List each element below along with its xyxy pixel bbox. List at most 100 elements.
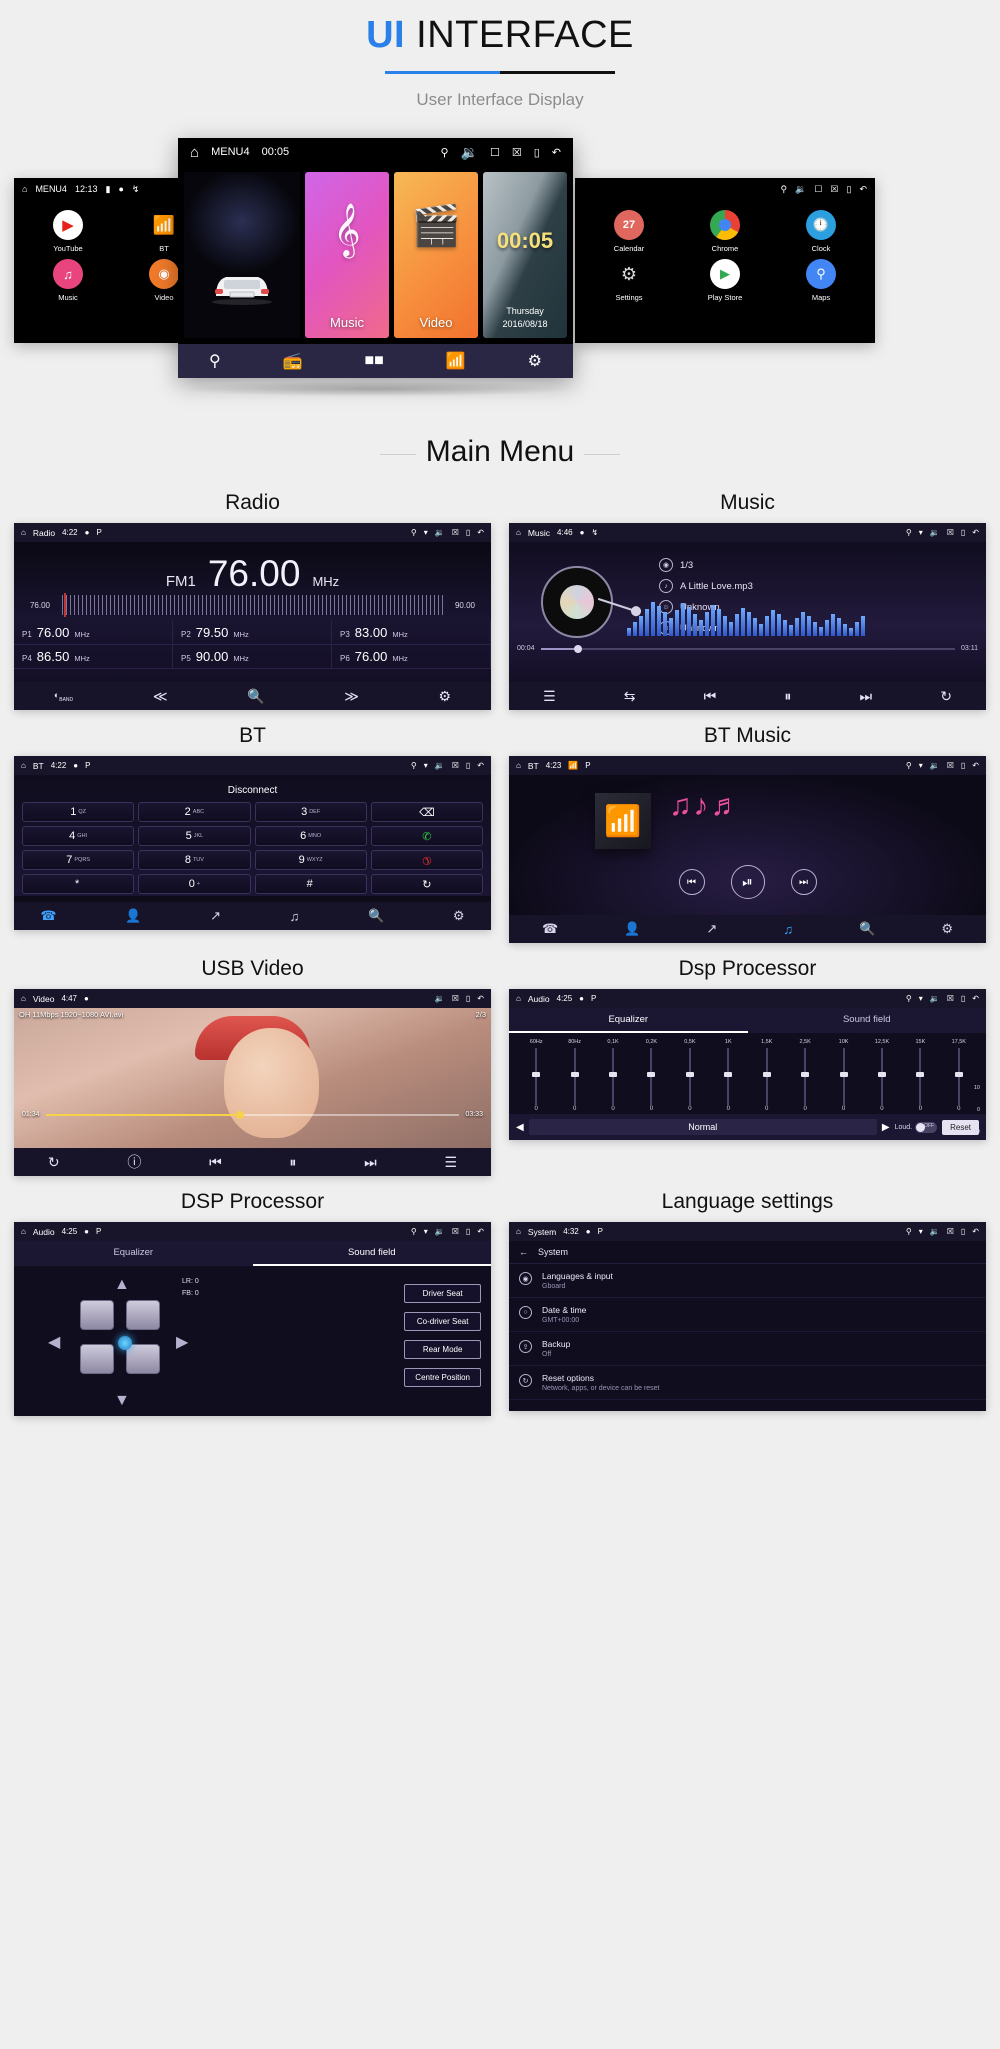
settings-icon[interactable]: ⚙ (941, 921, 953, 937)
eq-slider[interactable] (863, 1048, 901, 1106)
radio-icon[interactable]: 📻 (283, 351, 303, 371)
settings-header[interactable]: ← System (509, 1241, 986, 1264)
volume-icon[interactable]: 🔉 (435, 761, 445, 770)
previous-icon[interactable]: ⏮ (209, 1154, 222, 1171)
back-icon[interactable]: ↶ (477, 528, 484, 537)
usb-video-unit[interactable]: ⌂ Video 4:47 ● 🔉 ☒ ▯ ↶ OH 11Mbps 1920~10… (14, 989, 491, 1176)
back-icon[interactable]: ↶ (477, 1227, 484, 1236)
home-icon[interactable]: ⌂ (190, 144, 199, 161)
back-icon[interactable]: ↶ (477, 994, 484, 1003)
home-icon[interactable]: ⌂ (22, 184, 27, 194)
home-icon[interactable]: ⌂ (516, 528, 521, 537)
eq-slider-handle[interactable] (877, 1072, 886, 1077)
location-icon[interactable]: ⚲ (411, 1227, 417, 1236)
tile-video[interactable]: 🎬 Video (394, 172, 478, 338)
apps-grid-icon[interactable]: ■■ (365, 352, 384, 370)
seat-rear-left[interactable] (80, 1344, 114, 1374)
recents-icon[interactable]: ▯ (466, 528, 470, 537)
bluetooth-icon[interactable]: 📶 (446, 351, 466, 371)
recents-icon[interactable]: ▯ (961, 761, 965, 770)
recents-icon[interactable]: ▯ (961, 1227, 965, 1236)
home-icon[interactable]: ⌂ (21, 1227, 26, 1236)
recents-icon[interactable]: ▯ (534, 146, 540, 159)
eq-slider-handle[interactable] (532, 1072, 541, 1077)
list-item[interactable]: ⇪ Backup Off (509, 1332, 986, 1366)
app-clock[interactable]: 🕛 Clock (773, 210, 869, 253)
seek-bar[interactable]: 00:04 03:11 (509, 644, 986, 653)
home-icon[interactable]: ⌂ (516, 1227, 521, 1236)
app-music[interactable]: ♫ Music (20, 259, 116, 302)
arrow-down-icon[interactable]: ▼ (114, 1392, 130, 1410)
settings-button[interactable]: ⚙ (439, 688, 452, 705)
eq-slider-handle[interactable] (609, 1072, 618, 1077)
arrow-left-icon[interactable]: ◀ (48, 1332, 60, 1352)
eq-slider-handle[interactable] (685, 1072, 694, 1077)
dial-key-#[interactable]: # (254, 874, 367, 894)
eq-slider[interactable] (709, 1048, 747, 1106)
back-arrow-icon[interactable]: ← (519, 1247, 528, 1257)
back-icon[interactable]: ↶ (859, 184, 867, 195)
volume-icon[interactable]: 🔉 (435, 1227, 445, 1236)
location-icon[interactable]: ⚲ (906, 994, 912, 1003)
eq-slider[interactable] (748, 1048, 786, 1106)
search-icon[interactable]: 🔍 (859, 921, 875, 937)
backspace-icon[interactable]: ⌫ (370, 802, 483, 822)
repeat-icon[interactable]: ↻ (940, 688, 952, 705)
dial-track[interactable] (62, 593, 443, 618)
co-driver-seat-button[interactable]: Co-driver Seat (404, 1312, 481, 1331)
equalizer-sliders[interactable] (517, 1048, 978, 1106)
eq-slider-track[interactable] (801, 1048, 810, 1106)
tile-clock[interactable]: 00:05 Thursday 2016/08/18 (483, 172, 567, 338)
close-icon[interactable]: ☒ (947, 761, 954, 770)
wifi-icon[interactable]: ▾ (919, 528, 923, 537)
eq-slider[interactable] (824, 1048, 862, 1106)
dial-key-4[interactable]: 4 GHI (22, 826, 135, 846)
preset-button[interactable]: P2 79.50 MHz (173, 621, 332, 646)
dsp-sf-unit[interactable]: ⌂ Audio 4:25 ● P ⚲ ▾ 🔉 ☒ ▯ ↶ Equalizer S… (14, 1222, 491, 1416)
volume-icon[interactable]: 🔉 (461, 144, 478, 161)
hero-right-screen[interactable]: ⚲ 🔉 ☐ ☒ ▯ ↶ 27 Calendar Chrome 🕛 Clock ⚙… (575, 178, 875, 343)
app-youtube[interactable]: ▶ YouTube (20, 210, 116, 253)
eq-slider[interactable] (671, 1048, 709, 1106)
close-icon[interactable]: ☒ (947, 994, 954, 1003)
playlist-icon[interactable]: ☰ (543, 688, 556, 705)
recents-icon[interactable]: ▯ (961, 528, 965, 537)
tab-sound-field[interactable]: Sound field (748, 1008, 987, 1033)
screenshot-icon[interactable]: ☐ (490, 146, 500, 159)
app-calendar[interactable]: 27 Calendar (581, 210, 677, 253)
home-icon[interactable]: ⌂ (21, 761, 26, 770)
driver-seat-button[interactable]: Driver Seat (404, 1284, 481, 1303)
list-item[interactable]: ↻ Reset options Network, apps, or device … (509, 1366, 986, 1400)
tuning-dial[interactable]: 76.00 90.00 (14, 591, 491, 618)
navigation-icon[interactable]: ⚲ (209, 351, 221, 371)
volume-icon[interactable]: 🔉 (795, 184, 806, 195)
list-item[interactable]: ◉ Languages & input Gboard (509, 1264, 986, 1298)
preset-button[interactable]: P4 86.50 MHz (14, 645, 173, 670)
dial-key-5[interactable]: 5 JKL (138, 826, 251, 846)
prev-icon[interactable]: ⏮ (678, 869, 705, 895)
music-unit[interactable]: ⌂ Music 4:46 ● ↯ ⚲ ▾ 🔉 ☒ ▯ ↶ ◉ 1/3 ♪ A L… (509, 523, 986, 710)
seat-front-right[interactable] (126, 1300, 160, 1330)
home-icon[interactable]: ⌂ (516, 761, 521, 770)
eq-slider-handle[interactable] (724, 1072, 733, 1077)
loudness-toggle[interactable]: OFF (915, 1121, 938, 1133)
eq-slider-track[interactable] (877, 1048, 886, 1106)
eq-slider-handle[interactable] (916, 1072, 925, 1077)
screenshot-icon[interactable]: ☐ (814, 184, 822, 195)
prev-button[interactable]: ≪ (153, 688, 168, 705)
next-icon[interactable]: ⏭ (790, 869, 817, 895)
volume-icon[interactable]: 🔉 (435, 528, 445, 537)
close-icon[interactable]: ☒ (452, 994, 459, 1003)
seek-track[interactable] (540, 644, 955, 653)
close-icon[interactable]: ☒ (830, 184, 838, 195)
contacts-icon[interactable]: 👤 (624, 921, 640, 937)
dsp-eq-unit[interactable]: ⌂ Audio 4:25 ● P ⚲ ▾ 🔉 ☒ ▯ ↶ Equalizer S… (509, 989, 986, 1140)
eq-slider[interactable] (786, 1048, 824, 1106)
refresh-icon[interactable]: ↻ (370, 874, 483, 894)
close-icon[interactable]: ☒ (452, 761, 459, 770)
location-icon[interactable]: ⚲ (906, 1227, 912, 1236)
dial-key-3[interactable]: 3 DEF (254, 802, 367, 822)
tab-sound-field[interactable]: Sound field (252, 1241, 491, 1266)
eq-slider-handle[interactable] (570, 1072, 579, 1077)
video-seek-bar[interactable]: 01:34 03:33 (14, 1110, 491, 1119)
